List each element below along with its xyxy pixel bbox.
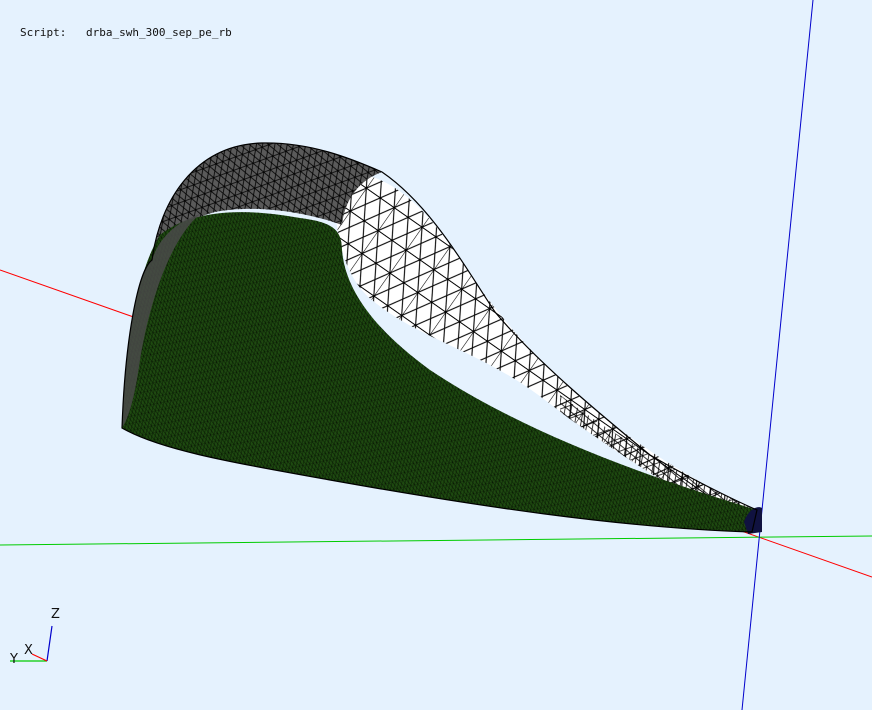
script-name: drba_swh_300_sep_pe_rb [86,26,232,39]
triad-y-label: Y [9,652,18,667]
triad-x-label: X [24,643,33,658]
script-label: Script: [20,26,67,39]
y-axis-line [0,535,872,546]
triad-z-axis [46,625,53,662]
mesh-scene[interactable] [0,0,872,710]
triad-z-label: Z [51,607,60,622]
triad-x-axis [31,653,48,662]
script-info: Script: drba_swh_300_sep_pe_rb [20,26,232,39]
z-axis-line [741,0,814,710]
3d-viewport[interactable]: Script: drba_swh_300_sep_pe_rb Z X Y [0,0,872,710]
orientation-triad: Z X Y [9,607,60,667]
